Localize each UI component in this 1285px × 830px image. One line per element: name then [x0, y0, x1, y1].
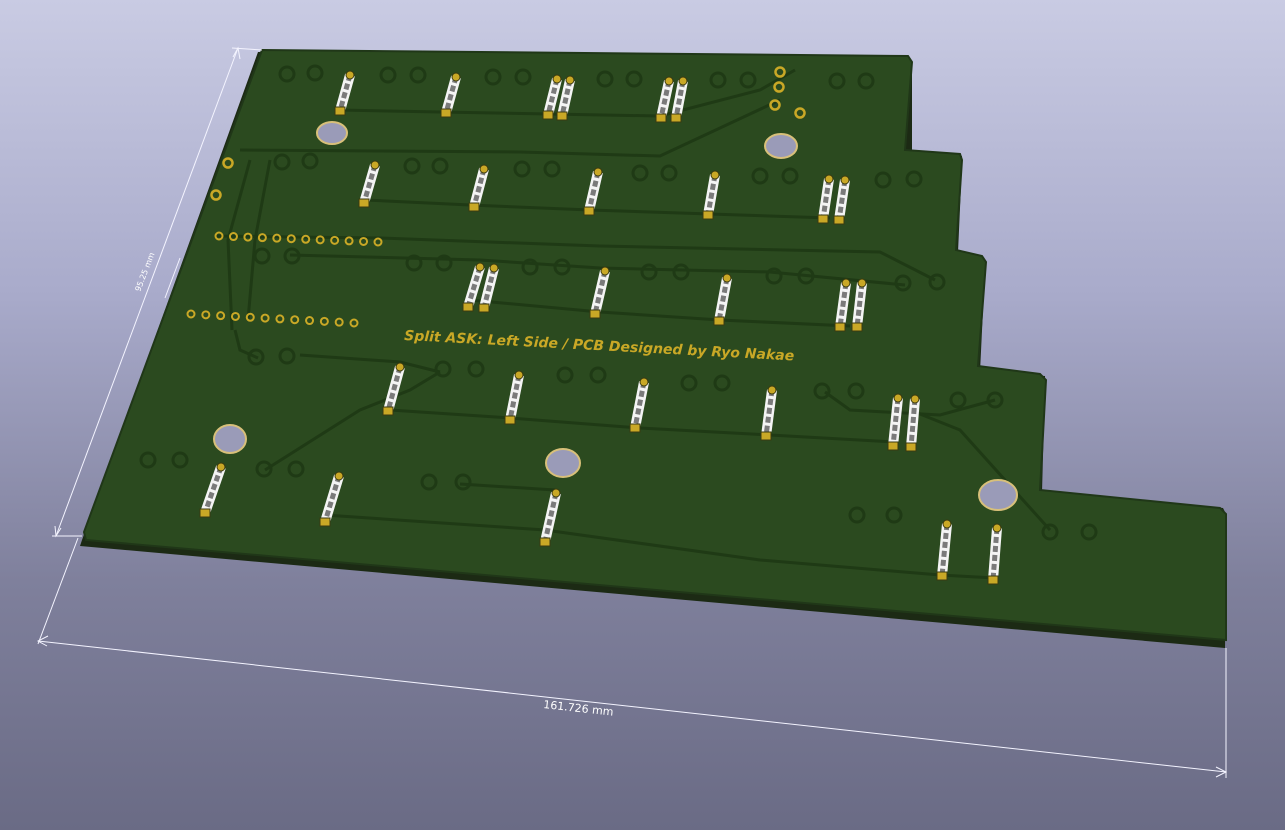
diode-pad-round	[489, 263, 499, 273]
diode-pad-square	[468, 202, 480, 212]
diode-pad-round	[370, 160, 380, 170]
diode-pad-square	[887, 441, 899, 451]
diode-pad-square	[382, 406, 394, 416]
diode-pad-round	[345, 70, 355, 80]
height-dimension-label: 95.25 mm	[133, 251, 156, 293]
diode-pad-round	[678, 76, 688, 86]
diode-pad-round	[992, 523, 1002, 533]
diode-pad-square	[851, 322, 863, 332]
diode-pad-square	[539, 537, 551, 547]
diode-pad-round	[664, 76, 674, 86]
diode-pad-round	[893, 393, 903, 403]
diode-body	[988, 527, 1002, 581]
diode-pad-square	[440, 108, 452, 118]
diode-pad-round	[475, 262, 485, 272]
diode-pad-square	[583, 206, 595, 216]
diode-pad-square	[504, 415, 516, 425]
diode-pad-round	[451, 72, 461, 82]
diode-pad-square	[462, 302, 474, 312]
diode-pad-round	[824, 174, 834, 184]
diode-pad-round	[710, 170, 720, 180]
diode-pad-square	[334, 106, 346, 116]
diode-pad-square	[713, 316, 725, 326]
diode-pad-square	[629, 423, 641, 433]
diode-pad-round	[551, 488, 561, 498]
diode-pad-round	[479, 164, 489, 174]
diode-pad-round	[600, 266, 610, 276]
diode-pad-round	[639, 377, 649, 387]
diode-pad-square	[358, 198, 370, 208]
diode-pad-square	[542, 110, 554, 120]
diode-pad-square	[199, 508, 211, 518]
diode-pad-square	[987, 575, 999, 585]
diode-pad-square	[936, 571, 948, 581]
diode-pad-round	[334, 471, 344, 481]
diode-pad-square	[817, 214, 829, 224]
diode-pad-round	[552, 74, 562, 84]
diode-pad-square	[833, 215, 845, 225]
diode-pad-square	[589, 309, 601, 319]
width-dimension-label: 161.726 mm	[543, 698, 614, 719]
diode-body	[937, 523, 952, 577]
diode-pad-round	[514, 370, 524, 380]
diode-pad-round	[216, 462, 226, 472]
diode-pad-round	[841, 278, 851, 288]
diode-pad-square	[478, 303, 490, 313]
diode-pad-round	[593, 167, 603, 177]
diode-pad-round	[395, 362, 405, 372]
diode-pad-square	[702, 210, 714, 220]
diode-pad-round	[767, 385, 777, 395]
diode-pad-round	[942, 519, 952, 529]
diode-pad-square	[670, 113, 682, 123]
diode-pad-square	[834, 322, 846, 332]
pcb-3d-viewport[interactable]: Split ASK: Left Side / PCB Designed by R…	[0, 0, 1285, 830]
diode-pad-round	[565, 75, 575, 85]
diode-pad-square	[319, 517, 331, 527]
diode-pad-round	[857, 278, 867, 288]
diode-pad-round	[910, 394, 920, 404]
diode-pad-round	[840, 175, 850, 185]
diode-pad-square	[760, 431, 772, 441]
diode-pad-square	[556, 111, 568, 121]
diode-pad-square	[655, 113, 667, 123]
diode-pad-round	[722, 273, 732, 283]
diode-pad-square	[905, 442, 917, 452]
